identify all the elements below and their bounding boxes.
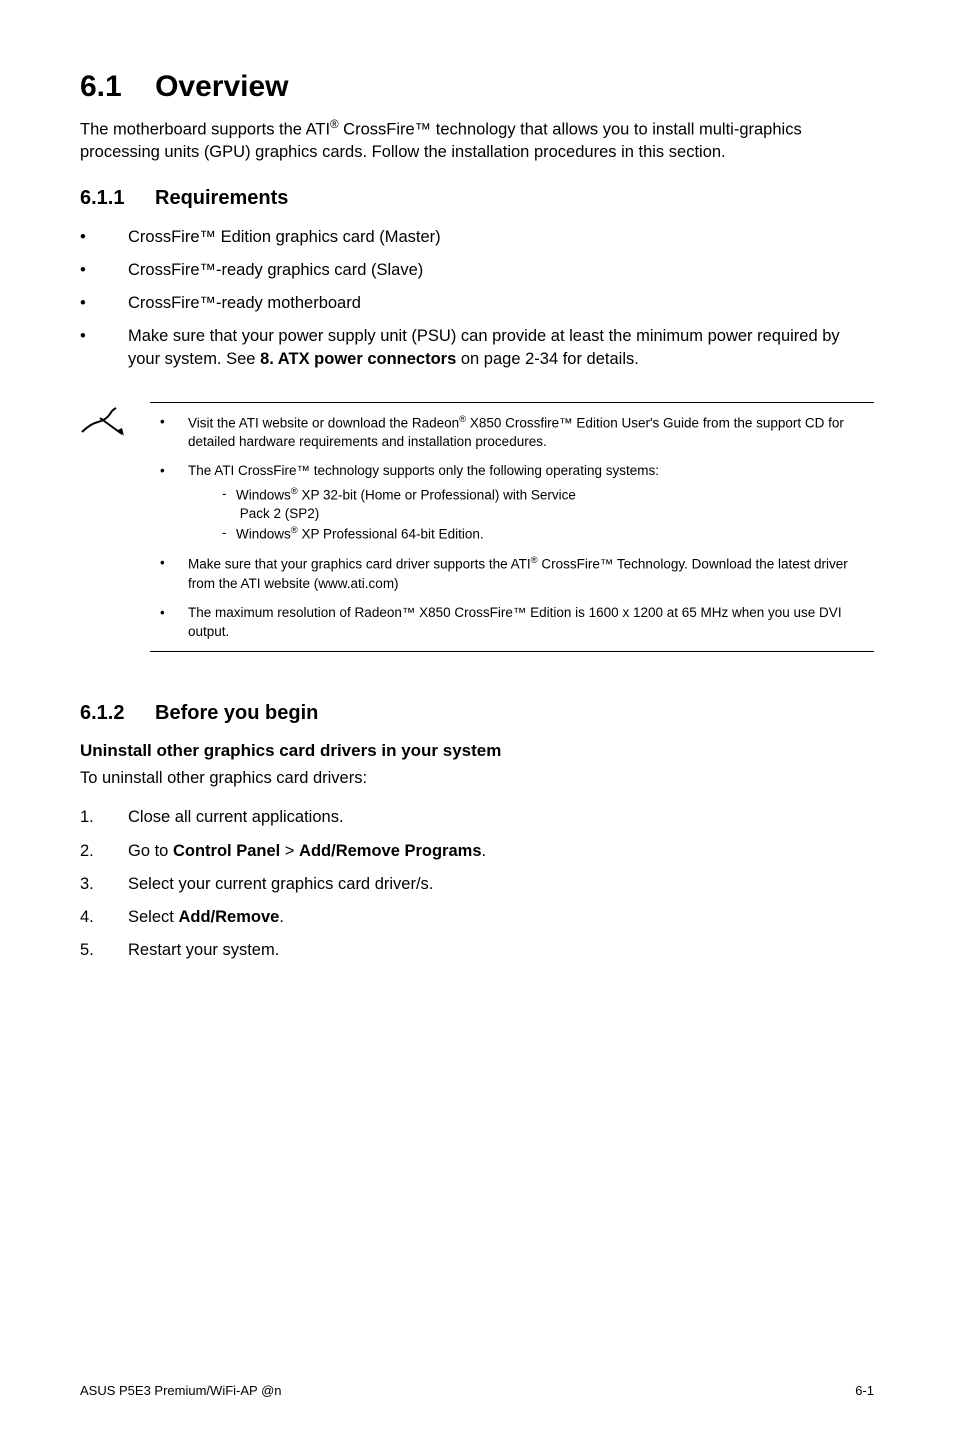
note-body: • Visit the ATI website or download the … <box>150 402 874 653</box>
page-content: 6.1 Overview The motherboard supports th… <box>80 70 874 1373</box>
list-item: •Make sure that your power supply unit (… <box>80 325 874 371</box>
list-item: 2.Go to Control Panel > Add/Remove Progr… <box>80 840 874 863</box>
section-number: 6.1 <box>80 70 122 103</box>
step-text: Select your current graphics card driver… <box>128 873 433 896</box>
dash-icon: - <box>188 485 236 524</box>
note-item: • The maximum resolution of Radeon™ X850… <box>150 604 868 642</box>
step-text: Select Add/Remove. <box>128 906 284 929</box>
list-item: 3.Select your current graphics card driv… <box>80 873 874 896</box>
list-item: •CrossFire™-ready graphics card (Slave) <box>80 259 874 282</box>
note-text: Visit the ATI website or download the Ra… <box>188 413 868 452</box>
note-text: The maximum resolution of Radeon™ X850 C… <box>188 604 868 642</box>
bullet-icon: • <box>150 462 188 545</box>
list-item-text: CrossFire™-ready graphics card (Slave) <box>128 259 423 282</box>
list-item: 1.Close all current applications. <box>80 806 874 829</box>
step-number: 1. <box>80 806 128 829</box>
footer-right: 6-1 <box>855 1383 874 1398</box>
list-item: •CrossFire™ Edition graphics card (Maste… <box>80 226 874 249</box>
note-text: Make sure that your graphics card driver… <box>188 554 868 593</box>
list-item-text: CrossFire™-ready motherboard <box>128 292 361 315</box>
subsection-heading: 6.1.1Requirements <box>80 187 874 210</box>
bullet-icon: • <box>80 259 128 282</box>
note-block: • Visit the ATI website or download the … <box>80 402 874 653</box>
bullet-icon: • <box>150 413 188 452</box>
step-text: Close all current applications. <box>128 806 344 829</box>
list-item: 4.Select Add/Remove. <box>80 906 874 929</box>
note-item: • The ATI CrossFire™ technology supports… <box>150 462 868 545</box>
steps-list: 1.Close all current applications. 2.Go t… <box>80 806 874 961</box>
subsection-title: Before you begin <box>155 702 318 724</box>
list-item: 5.Restart your system. <box>80 939 874 962</box>
footer-left: ASUS P5E3 Premium/WiFi-AP @n <box>80 1383 282 1398</box>
list-item: •CrossFire™-ready motherboard <box>80 292 874 315</box>
subsection-heading: 6.1.2Before you begin <box>80 702 874 725</box>
sub-note-text: Windows® XP Professional 64-bit Edition. <box>236 524 484 544</box>
note-item: • Make sure that your graphics card driv… <box>150 554 868 593</box>
subsection-title: Requirements <box>155 187 288 209</box>
page-footer: ASUS P5E3 Premium/WiFi-AP @n 6-1 <box>80 1373 874 1398</box>
section-heading: 6.1 Overview <box>80 70 874 104</box>
bullet-icon: • <box>150 554 188 593</box>
list-item-text: CrossFire™ Edition graphics card (Master… <box>128 226 441 249</box>
section-title: Overview <box>155 70 288 103</box>
subhead: Uninstall other graphics card drivers in… <box>80 741 874 761</box>
requirements-list: •CrossFire™ Edition graphics card (Maste… <box>80 226 874 371</box>
step-text: Restart your system. <box>128 939 279 962</box>
bullet-icon: • <box>80 325 128 371</box>
note-icon <box>80 402 150 653</box>
step-number: 2. <box>80 840 128 863</box>
note-item: • Visit the ATI website or download the … <box>150 413 868 452</box>
dash-icon: - <box>188 524 236 544</box>
note-text: The ATI CrossFire™ technology supports o… <box>188 462 659 545</box>
step-number: 5. <box>80 939 128 962</box>
step-text: Go to Control Panel > Add/Remove Program… <box>128 840 486 863</box>
list-item-text: Make sure that your power supply unit (P… <box>128 325 874 371</box>
lead-paragraph: To uninstall other graphics card drivers… <box>80 769 874 788</box>
intro-paragraph: The motherboard supports the ATI® CrossF… <box>80 118 874 163</box>
step-number: 3. <box>80 873 128 896</box>
subsection-number: 6.1.2 <box>80 702 155 725</box>
sub-note-text: Windows® XP 32-bit (Home or Professional… <box>236 485 576 524</box>
bullet-icon: • <box>150 604 188 642</box>
step-number: 4. <box>80 906 128 929</box>
bullet-icon: • <box>80 226 128 249</box>
bullet-icon: • <box>80 292 128 315</box>
subsection-number: 6.1.1 <box>80 187 155 210</box>
